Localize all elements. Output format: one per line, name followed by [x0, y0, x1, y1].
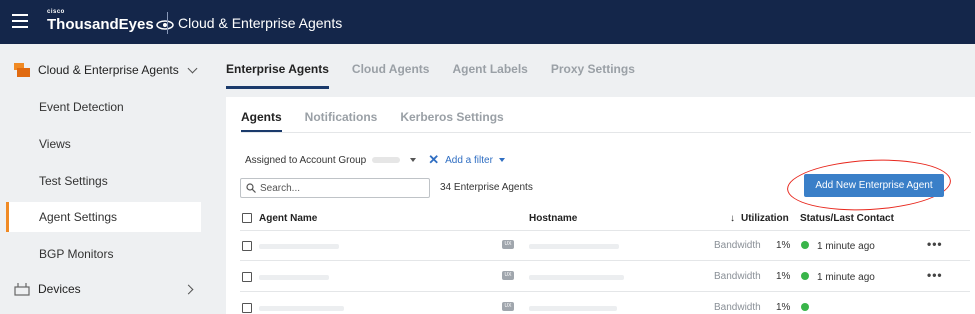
header-agent-name[interactable]: Agent Name [259, 213, 317, 224]
agents-panel: Agents Notifications Kerberos Settings A… [226, 97, 975, 314]
redacted-account-group [372, 157, 401, 163]
header-hostname[interactable]: Hostname [529, 213, 577, 224]
redacted-hostname [529, 244, 619, 249]
table-row[interactable]: UX Bandwidth 1% [240, 293, 970, 314]
tab-proxy-settings[interactable]: Proxy Settings [551, 62, 635, 89]
brand-name: ThousandEyes [47, 16, 154, 33]
status-online-icon [801, 272, 809, 280]
redacted-hostname [529, 275, 624, 280]
utilization-value: 1% [776, 302, 791, 313]
table-header: Agent Name Hostname ↓ Utilization Status… [240, 209, 970, 231]
redacted-agent-name [259, 244, 339, 249]
redacted-agent-name [259, 306, 344, 311]
tab-agent-labels[interactable]: Agent Labels [452, 62, 527, 89]
brand-top-text: cisco [47, 9, 65, 15]
last-contact: 1 minute ago [817, 272, 875, 283]
redacted-hostname [529, 306, 617, 311]
table-row[interactable]: UX Bandwidth 1% 1 minute ago ••• [240, 262, 970, 292]
chevron-right-icon [183, 284, 194, 294]
sidebar-item-bgp-monitors[interactable]: BGP Monitors [6, 239, 201, 269]
add-filter-caret-icon[interactable] [498, 158, 505, 162]
row-more-icon[interactable]: ••• [927, 268, 943, 282]
search-input[interactable] [260, 182, 420, 194]
redacted-agent-name [259, 275, 329, 280]
subtab-kerberos-settings[interactable]: Kerberos Settings [400, 110, 503, 132]
search-box[interactable] [240, 178, 430, 198]
sidebar-item-agent-settings[interactable]: Agent Settings [6, 202, 201, 232]
utilization-value: 1% [776, 271, 791, 282]
header-divider [167, 12, 168, 34]
status-online-icon [801, 241, 809, 249]
utilization-type: Bandwidth [714, 302, 761, 313]
subtab-divider [241, 132, 971, 133]
utilization-type: Bandwidth [714, 240, 761, 251]
sidebar-item-event-detection[interactable]: Event Detection [6, 92, 201, 122]
subtab-notifications[interactable]: Notifications [305, 110, 378, 132]
sidebar: Cloud & Enterprise Agents Event Detectio… [0, 44, 210, 314]
eye-icon [155, 20, 174, 30]
brand-logo[interactable]: cisco ThousandEyes [47, 8, 174, 34]
last-contact: 1 minute ago [817, 241, 875, 252]
top-tabs: Enterprise Agents Cloud Agents Agent Lab… [226, 62, 658, 89]
header-status[interactable]: Status/Last Contact [800, 213, 894, 224]
app-title: Cloud & Enterprise Agents [178, 15, 343, 31]
linux-icon: UX [502, 271, 514, 280]
sidebar-devices-label: Devices [38, 282, 81, 296]
account-group-filter[interactable]: Assigned to Account Group [245, 155, 366, 166]
agent-count: 34 Enterprise Agents [440, 182, 533, 193]
tab-enterprise-agents[interactable]: Enterprise Agents [226, 62, 329, 89]
sidebar-item-test-settings[interactable]: Test Settings [6, 166, 201, 196]
sidebar-section-cloud-enterprise-agents[interactable]: Cloud & Enterprise Agents [14, 63, 198, 77]
clear-filter-icon[interactable]: ✕ [428, 152, 439, 168]
caret-down-icon[interactable] [410, 158, 417, 162]
linux-icon: UX [502, 302, 514, 311]
linux-icon: UX [502, 240, 514, 249]
top-bar: cisco ThousandEyes Cloud & Enterprise Ag… [0, 0, 975, 44]
sidebar-section-label: Cloud & Enterprise Agents [38, 63, 179, 77]
table-row[interactable]: UX Bandwidth 1% 1 minute ago ••• [240, 231, 970, 261]
agents-icon [14, 63, 30, 77]
add-enterprise-agent-button[interactable]: Add New Enterprise Agent [804, 174, 944, 197]
sidebar-item-views[interactable]: Views [6, 129, 201, 159]
row-checkbox[interactable] [242, 303, 252, 313]
utilization-value: 1% [776, 240, 791, 251]
status-online-icon [801, 303, 809, 311]
row-checkbox[interactable] [242, 241, 252, 251]
filter-row: Assigned to Account Group ✕ Add a filter [245, 152, 505, 168]
sub-tabs: Agents Notifications Kerberos Settings [241, 110, 527, 132]
search-icon [246, 183, 256, 193]
row-more-icon[interactable]: ••• [927, 237, 943, 251]
devices-icon [14, 283, 30, 296]
header-utilization[interactable]: Utilization [741, 213, 789, 224]
select-all-checkbox[interactable] [242, 213, 252, 223]
add-filter-link[interactable]: Add a filter [445, 155, 493, 166]
row-checkbox[interactable] [242, 272, 252, 282]
sort-desc-icon[interactable]: ↓ [730, 213, 735, 224]
hamburger-menu-icon[interactable] [12, 14, 28, 28]
utilization-type: Bandwidth [714, 271, 761, 282]
sidebar-section-devices[interactable]: Devices [14, 282, 194, 296]
chevron-down-icon [187, 63, 198, 73]
tab-cloud-agents[interactable]: Cloud Agents [352, 62, 430, 89]
subtab-agents[interactable]: Agents [241, 110, 282, 132]
